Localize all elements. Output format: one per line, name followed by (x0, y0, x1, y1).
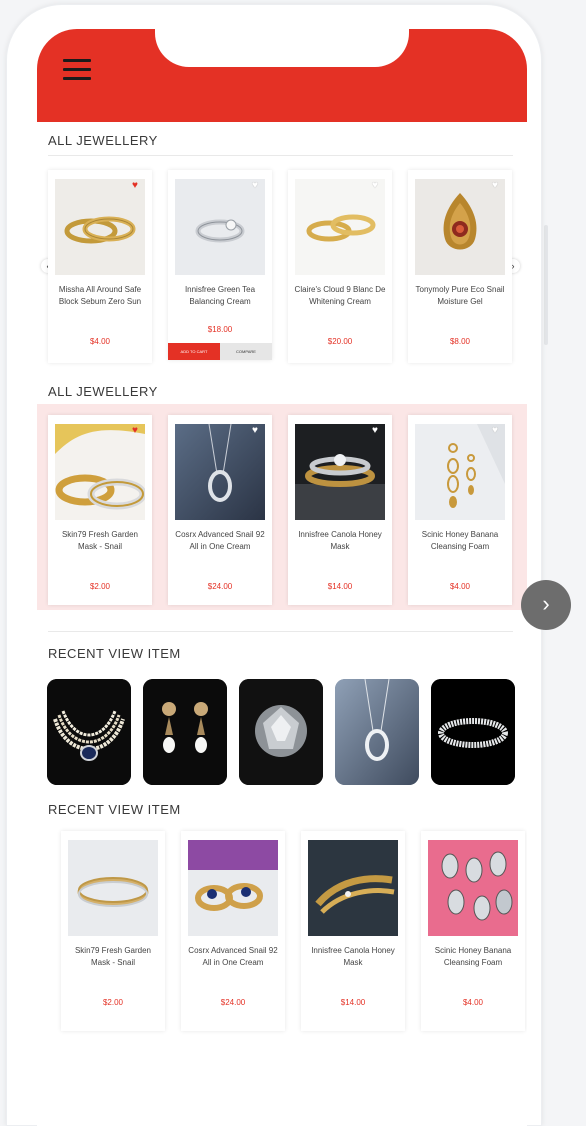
product-price: $4.00 (449, 582, 471, 591)
product-price: $24.00 (220, 998, 246, 1007)
recent-item-diamond-tennis-bracelet[interactable] (431, 679, 515, 785)
product-card[interactable]: ♥ Innisfree Green Tea Balancing Cream $1… (168, 170, 272, 360)
product-price: $2.00 (89, 582, 111, 591)
product-name[interactable]: Innisfree Green Tea Balancing Cream (172, 284, 268, 308)
product-card[interactable]: Skin79 Fresh Garden Mask - Snail $2.00 (61, 831, 165, 1031)
product-price: $14.00 (327, 582, 353, 591)
product-image[interactable] (68, 840, 158, 936)
product-image[interactable] (55, 179, 145, 275)
product-image[interactable] (295, 424, 385, 520)
product-image[interactable] (428, 840, 518, 936)
product-price: $14.00 (340, 998, 366, 1007)
product-name[interactable]: Skin79 Fresh Garden Mask - Snail (65, 945, 161, 969)
product-card[interactable]: ♥ Claire's Cloud 9 Blanc De Whitening Cr… (288, 170, 392, 363)
favorite-heart-icon[interactable]: ♥ (372, 426, 378, 436)
favorite-heart-icon[interactable]: ♥ (492, 426, 498, 436)
hamburger-icon[interactable] (63, 59, 91, 83)
product-name[interactable]: Scinic Honey Banana Cleansing Foam (412, 529, 508, 553)
product-price: $4.00 (89, 337, 111, 346)
product-price: $2.00 (102, 998, 124, 1007)
chevron-right-icon: › (542, 591, 550, 616)
product-name[interactable]: Claire's Cloud 9 Blanc De Whitening Crea… (292, 284, 388, 308)
section-title-all-jewellery: ALL JEWELLERY (48, 133, 158, 148)
compare-button[interactable]: COMPARE (220, 343, 272, 360)
product-name[interactable]: Skin79 Fresh Garden Mask - Snail (52, 529, 148, 553)
product-card[interactable]: ♥ Missha All Around Safe Block Sebum Zer… (48, 170, 152, 363)
favorite-heart-icon[interactable]: ♥ (252, 426, 258, 436)
product-price: $24.00 (207, 582, 233, 591)
product-name[interactable]: Tonymoly Pure Eco Snail Moisture Gel (412, 284, 508, 308)
product-name[interactable]: Missha All Around Safe Block Sebum Zero … (52, 284, 148, 308)
product-price: $4.00 (462, 998, 484, 1007)
product-card[interactable]: ♥ Scinic Honey Banana Cleansing Foam $4.… (408, 415, 512, 605)
page: ALL JEWELLERY ‹ › ♥ Missha All Around Sa… (0, 0, 586, 1126)
product-image[interactable] (295, 179, 385, 275)
product-card[interactable]: Cosrx Advanced Snail 92 All in One Cream… (181, 831, 285, 1031)
app-screen: ALL JEWELLERY ‹ › ♥ Missha All Around Sa… (37, 29, 527, 1126)
phone-notch (155, 29, 409, 67)
divider (48, 631, 513, 632)
product-image[interactable] (175, 424, 265, 520)
scrollbar[interactable] (544, 225, 548, 345)
product-price: $20.00 (327, 337, 353, 346)
product-name[interactable]: Cosrx Advanced Snail 92 All in One Cream (172, 529, 268, 553)
product-name[interactable]: Innisfree Canola Honey Mask (305, 945, 401, 969)
favorite-heart-icon[interactable]: ♥ (132, 426, 138, 436)
favorite-heart-icon[interactable]: ♥ (252, 181, 258, 191)
recent-item-round-diamond[interactable] (239, 679, 323, 785)
product-image[interactable] (308, 840, 398, 936)
product-name[interactable]: Scinic Honey Banana Cleansing Foam (425, 945, 521, 969)
app-header (37, 29, 527, 122)
product-name[interactable]: Innisfree Canola Honey Mask (292, 529, 388, 553)
phone-frame: ALL JEWELLERY ‹ › ♥ Missha All Around Sa… (6, 4, 542, 1126)
favorite-heart-icon[interactable]: ♥ (492, 181, 498, 191)
section-title-recent-view: RECENT VIEW ITEM (48, 802, 181, 817)
add-to-cart-button[interactable]: ADD TO CART (168, 343, 220, 360)
recent-item-silver-pendant[interactable] (335, 679, 419, 785)
product-image[interactable] (415, 179, 505, 275)
product-card[interactable]: Scinic Honey Banana Cleansing Foam $4.00 (421, 831, 525, 1031)
product-image[interactable] (175, 179, 265, 275)
product-card[interactable]: ♥ Cosrx Advanced Snail 92 All in One Cre… (168, 415, 272, 605)
product-card[interactable]: ♥ Skin79 Fresh Garden Mask - Snail $2.00 (48, 415, 152, 605)
recent-item-pearl-necklace[interactable] (47, 679, 131, 785)
favorite-heart-icon[interactable]: ♥ (132, 181, 138, 191)
product-image[interactable] (55, 424, 145, 520)
product-card[interactable]: ♥ Innisfree Canola Honey Mask $14.00 (288, 415, 392, 605)
favorite-heart-icon[interactable]: ♥ (372, 181, 378, 191)
product-price: $8.00 (449, 337, 471, 346)
section-title-recent-view: RECENT VIEW ITEM (48, 646, 181, 661)
next-slide-button[interactable]: › (521, 580, 571, 630)
recent-item-pearl-drop-earrings[interactable] (143, 679, 227, 785)
product-image[interactable] (415, 424, 505, 520)
divider (48, 155, 513, 156)
product-card[interactable]: ♥ Tonymoly Pure Eco Snail Moisture Gel $… (408, 170, 512, 363)
product-name[interactable]: Cosrx Advanced Snail 92 All in One Cream (185, 945, 281, 969)
product-image[interactable] (188, 840, 278, 936)
product-price: $18.00 (207, 325, 233, 334)
section-title-all-jewellery: ALL JEWELLERY (48, 384, 158, 399)
product-card[interactable]: Innisfree Canola Honey Mask $14.00 (301, 831, 405, 1031)
